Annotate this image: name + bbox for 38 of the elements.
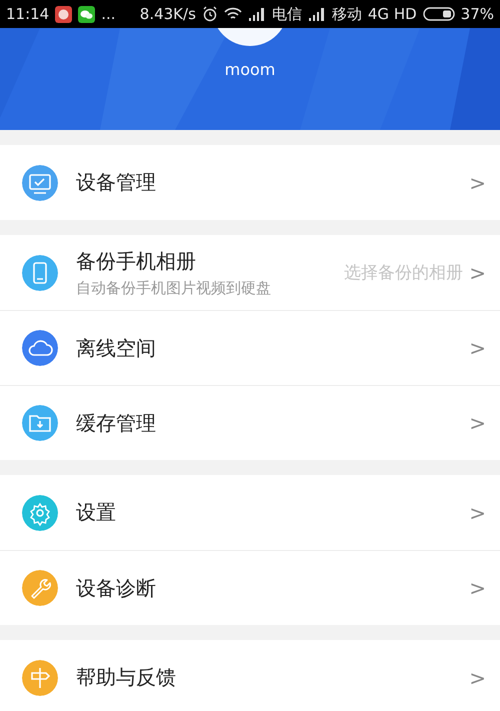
chat-notification-icon [78,6,96,22]
carrier-name: 移动 [332,4,362,24]
menu-item[interactable]: 缓存管理 > [0,385,500,460]
battery-icon [422,7,455,21]
signal-icon [308,7,326,21]
menu-item[interactable]: 帮助与反馈 > [0,640,500,711]
status-time: 11:14 [6,5,50,23]
chevron: > [469,411,486,435]
item-title: 帮助与反馈 [76,664,177,691]
alarm-icon [202,6,218,22]
item-title: 备份手机相册 [76,248,197,274]
battery-percent: 37% [460,5,494,23]
item-title: 缓存管理 [76,410,157,436]
menu-item[interactable]: 设置 > [0,475,500,550]
item-title: 设备管理 [76,169,157,196]
item-title: 设备诊断 [76,574,157,602]
menu-item[interactable]: 离线空间 > [0,310,500,385]
item-title: 设置 [76,499,117,526]
chevron: > [469,170,486,194]
menu-item[interactable]: 设备诊断 > [0,550,500,625]
item-title: 离线空间 [76,334,157,362]
chevron: > [469,576,486,600]
menu-item[interactable]: 备份手机相册 自动备份手机图片视频到硬盘 选择备份的相册 > [0,235,500,310]
network-type: 4G HD [368,5,417,23]
wifi-icon [224,7,242,21]
chevron: > [469,500,486,524]
username: moom [224,60,276,79]
chevron: > [469,336,486,360]
more-notifications: ... [101,5,116,23]
chevron: > [469,260,486,284]
app-notification-icon [55,6,72,22]
item-hint: 选择备份的相册 [344,262,464,284]
chevron: > [469,666,486,690]
signal-icon [248,7,266,21]
item-subtitle: 自动备份手机图片视频到硬盘 [76,278,272,298]
carrier-name: 电信 [272,4,302,24]
menu-item[interactable]: 设备管理 > [0,145,500,220]
network-speed: 8.43K/s [140,5,196,23]
